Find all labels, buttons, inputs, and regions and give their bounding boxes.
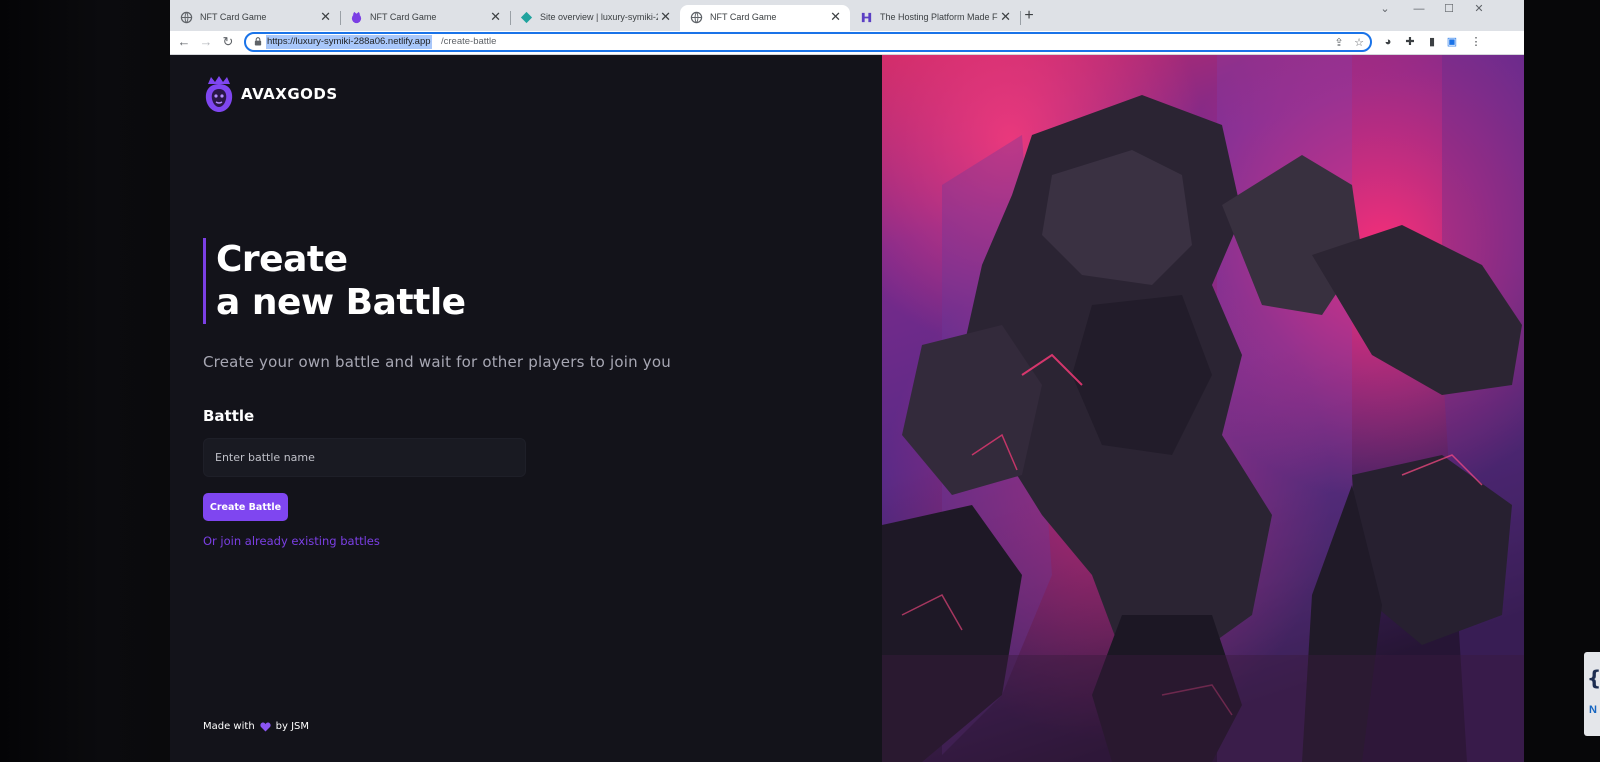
translate-extension-icon[interactable]: ▣ [1444,34,1460,50]
tab-nft-card-game-active[interactable]: NFT Card Game ✕ [680,5,850,31]
page-title-line-2: a new Battle [216,282,466,323]
page-content: AVAXGODS Create a new Battle Create your… [170,55,1524,762]
battle-name-input[interactable] [203,438,526,477]
forward-icon[interactable]: → [196,33,216,51]
footer-prefix: Made with [203,721,255,732]
tab-title: The Hosting Platform Made For [880,12,998,22]
back-icon[interactable]: ← [174,33,194,51]
side-widget[interactable]: { N [1584,652,1600,736]
tab-search-icon[interactable]: ⌄ [1370,0,1400,22]
extensions-puzzle-icon[interactable]: ✚ [1402,34,1418,50]
close-tab-icon[interactable]: ✕ [1000,9,1011,25]
tab-nft-card-game-2[interactable]: NFT Card Game ✕ [340,5,510,31]
share-icon[interactable]: ⇪ [1332,36,1346,50]
robot-illustration [882,55,1524,762]
globe-icon [690,11,703,24]
address-bar[interactable]: https://luxury-symiki-288a06.netlify.app… [244,32,1372,52]
widget-letter-icon: N [1589,704,1597,716]
browser-toolbar: ← → ↻ https://luxury-symiki-288a06.netli… [170,31,1524,55]
page-title-line-1: Create [216,239,348,280]
url-path-text: /create-battle [441,36,497,47]
tab-title: Site overview | luxury-symiki-288 [540,12,658,22]
tab-nft-card-game-1[interactable]: NFT Card Game ✕ [170,5,340,31]
hosting-logo-icon [861,12,872,23]
url-highlighted-text: https://luxury-symiki-288a06.netlify.app [266,35,432,49]
tab-hosting-platform[interactable]: The Hosting Platform Made For ✕ [850,5,1020,31]
desktop-background-right [1524,0,1600,762]
create-battle-panel: AVAXGODS Create a new Battle Create your… [170,55,882,762]
close-tab-icon[interactable]: ✕ [490,9,501,25]
brand-logo[interactable]: AVAXGODS [203,75,338,113]
tab-site-overview[interactable]: Site overview | luxury-symiki-288 ✕ [510,5,680,31]
page-subtitle: Create your own battle and wait for othe… [203,353,671,371]
browser-menu-icon[interactable]: ⋮ [1468,34,1484,50]
side-panel-icon[interactable]: ▮ [1424,34,1440,50]
tab-title: NFT Card Game [710,12,777,22]
lion-king-logo-icon [205,76,233,112]
minimize-icon[interactable]: — [1404,0,1434,22]
battle-field-label: Battle [203,407,255,425]
close-tab-icon[interactable]: ✕ [320,9,331,25]
bookmark-star-icon[interactable]: ☆ [1352,36,1366,50]
maximize-icon[interactable]: ☐ [1434,0,1464,22]
netlify-diamond-icon [520,11,533,24]
lion-icon [351,11,362,24]
heart-icon [260,721,271,732]
globe-icon [180,11,193,24]
footer-credit: Made with by JSM [203,721,309,732]
browser-window: NFT Card Game ✕ NFT Card Game ✕ Site ove… [170,0,1524,762]
tab-strip: NFT Card Game ✕ NFT Card Game ✕ Site ove… [170,0,1524,31]
reload-icon[interactable]: ↻ [218,33,238,51]
brand-name: AVAXGODS [241,85,338,103]
page-title: Create a new Battle [203,238,466,324]
desktop-background-left [0,0,170,762]
braces-icon: { [1587,666,1600,690]
new-tab-button[interactable]: + [1018,5,1040,27]
tab-title: NFT Card Game [370,12,437,22]
close-tab-icon[interactable]: ✕ [830,9,841,25]
tab-title: NFT Card Game [200,12,267,22]
lock-icon [254,37,262,46]
footer-suffix: by JSM [275,721,310,732]
join-existing-battles-link[interactable]: Or join already existing battles [203,534,380,548]
hero-artwork [882,55,1524,762]
close-window-icon[interactable]: ✕ [1464,0,1494,22]
create-battle-button[interactable]: Create Battle [203,493,288,521]
profile-extension-icon[interactable]: ◕ [1380,34,1396,50]
close-tab-icon[interactable]: ✕ [660,9,671,25]
